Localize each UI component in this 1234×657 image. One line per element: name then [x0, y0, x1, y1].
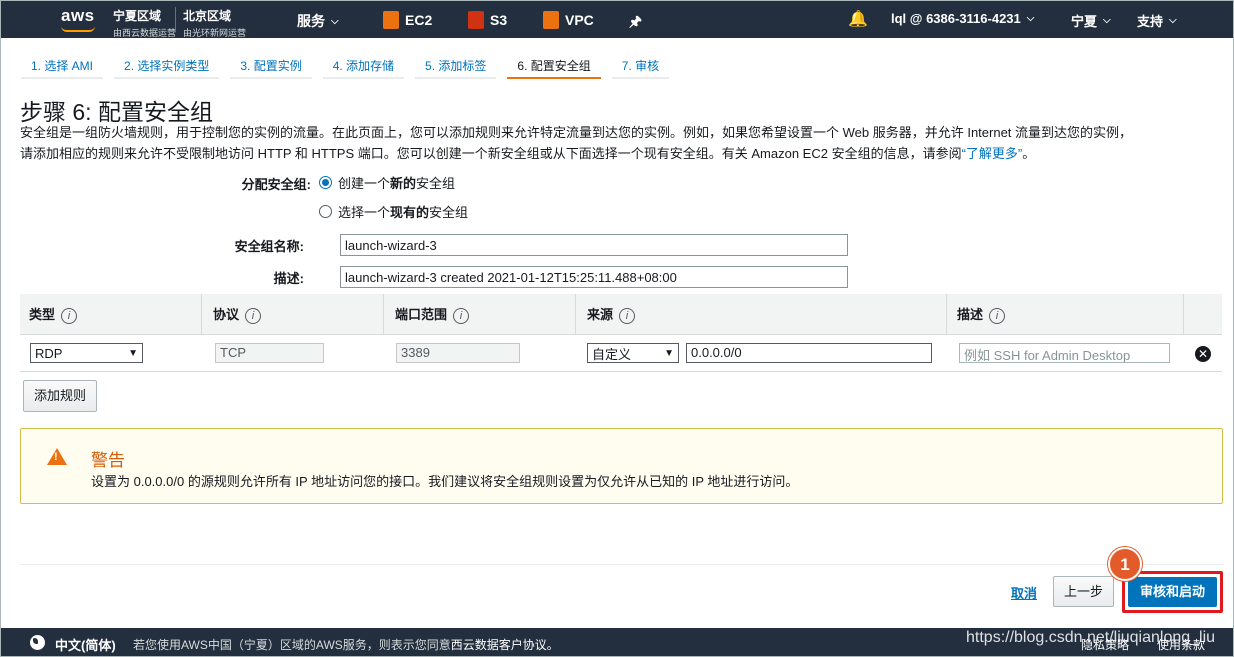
info-icon[interactable]: i	[61, 308, 78, 324]
aws-logo[interactable]: aws	[61, 6, 95, 26]
warning-alert: 警告 设置为 0.0.0.0/0 的源规则允许所有 IP 地址访问您的接口。我们…	[20, 428, 1223, 504]
rule-description-input[interactable]: 例如 SSH for Admin Desktop	[959, 343, 1170, 363]
region-beijing-operator: 由光环新网运营	[183, 28, 247, 38]
services-label: 服务	[297, 13, 325, 29]
nav-divider	[175, 7, 176, 32]
table-row: RDP ▼ TCP 3389 自定义 ▼ 0.0.0.0/0 例如 SSH for …	[20, 335, 1222, 372]
language-selector[interactable]: 中文(简体)	[55, 635, 116, 654]
ec2-label: EC2	[405, 12, 433, 28]
info-icon[interactable]: i	[245, 308, 262, 324]
warning-title: 警告	[91, 451, 125, 470]
step-tab-configure-instance[interactable]: 3. 配置实例	[230, 51, 312, 79]
chevron-down-icon: ⌵	[1169, 15, 1177, 26]
column-port-range: 端口范围 i	[386, 294, 576, 335]
rule-type-select[interactable]: RDP ▼	[30, 343, 143, 363]
agreement-link[interactable]: 西云数据客户协议。	[451, 638, 559, 652]
rules-table-header: 类型 i 协议 i 端口范围 i 来源 i 描述 i	[20, 294, 1222, 335]
info-icon[interactable]: i	[989, 308, 1006, 324]
region-beijing-block: 北京区域 由光环新网运营	[183, 7, 246, 39]
chevron-down-icon: ⌵	[331, 15, 339, 27]
assign-security-group-label: 分配安全组:	[241, 177, 311, 192]
step-tab-security-group[interactable]: 6. 配置安全组	[507, 51, 601, 79]
radio-create-new-label: 创建一个新的安全组	[338, 176, 456, 191]
page-description: 安全组是一组防火墙规则，用于控制您的实例的流量。在此页面上，您可以添加规则来允许…	[20, 122, 1220, 164]
info-icon[interactable]: i	[453, 308, 470, 324]
step-tab-review[interactable]: 7. 审核	[611, 51, 670, 79]
review-and-launch-button[interactable]: 审核和启动	[1128, 577, 1217, 607]
security-group-description-input[interactable]	[340, 266, 848, 288]
radio-create-new[interactable]: 创建一个新的安全组	[319, 173, 455, 192]
account-label: lql @ 6386-3116-4231	[891, 11, 1021, 26]
services-menu[interactable]: 服务 ⌵	[297, 11, 339, 31]
remove-rule-icon[interactable]: ✕	[1195, 346, 1211, 362]
chevron-down-icon: ▼	[664, 347, 674, 359]
vpc-label: VPC	[565, 12, 594, 28]
rule-source-select[interactable]: 自定义 ▼	[587, 343, 679, 363]
s3-icon	[468, 11, 484, 29]
chevron-down-icon: ⌵	[1026, 13, 1035, 24]
description-line-1: 安全组是一组防火墙规则，用于控制您的实例的流量。在此页面上，您可以添加规则来允许…	[20, 125, 1133, 140]
step-tab-tags[interactable]: 5. 添加标签	[415, 51, 497, 79]
ec2-shortcut[interactable]: EC2	[383, 11, 432, 29]
security-group-description-label: 描述:	[273, 271, 304, 286]
column-source: 来源 i	[578, 294, 947, 335]
globe-icon[interactable]	[30, 635, 45, 650]
s3-label: S3	[490, 12, 508, 28]
ec2-icon	[383, 11, 399, 29]
cancel-link[interactable]: 取消	[1011, 583, 1037, 602]
footer-divider	[20, 564, 1223, 565]
step-badge: 1	[1108, 547, 1142, 581]
rule-source-cidr-input[interactable]: 0.0.0.0/0	[686, 343, 932, 363]
top-navigation-bar: aws 宁夏区域 由西云数据运营 北京区域 由光环新网运营 服务 ⌵ EC2 S…	[1, 1, 1233, 38]
region-ningxia-block: 宁夏区域 由西云数据运营	[113, 7, 176, 39]
chevron-down-icon: ⌵	[1103, 15, 1111, 26]
step-tab-storage[interactable]: 4. 添加存储	[322, 51, 405, 79]
radio-select-existing-label: 选择一个现有的安全组	[338, 205, 469, 220]
chevron-down-icon: ▼	[128, 347, 138, 359]
vpc-shortcut[interactable]: VPC	[543, 11, 594, 29]
radio-select-existing[interactable]: 选择一个现有的安全组	[319, 202, 468, 221]
aws-logo-smile	[61, 26, 95, 32]
rule-port-range-field: 3389	[396, 343, 520, 363]
s3-shortcut[interactable]: S3	[468, 11, 507, 29]
radio-button-selected[interactable]	[319, 176, 332, 189]
column-description: 描述 i	[948, 294, 1184, 335]
vpc-icon	[543, 11, 559, 29]
column-type: 类型 i	[20, 294, 202, 335]
region-label: 宁夏	[1071, 14, 1098, 29]
watermark: https://blog.csdn.net/liuqianlong_liu	[966, 629, 1216, 646]
support-menu[interactable]: 支持 ⌵	[1137, 11, 1177, 30]
info-icon[interactable]: i	[619, 308, 636, 324]
wizard-steps: 1. 选择 AMI 2. 选择实例类型 3. 配置实例 4. 添加存储 5. 添…	[21, 51, 680, 79]
warning-text: 设置为 0.0.0.0/0 的源规则允许所有 IP 地址访问您的接口。我们建议将…	[91, 474, 799, 489]
account-menu[interactable]: lql @ 6386-3116-4231 ⌵	[891, 11, 1034, 26]
step-tab-instance-type[interactable]: 2. 选择实例类型	[114, 51, 220, 79]
radio-button[interactable]	[319, 205, 332, 218]
description-end: 。	[1022, 146, 1036, 161]
description-line-2: 请添加相应的规则来允许不受限制地访问 HTTP 和 HTTPS 端口。您可以创建…	[20, 146, 962, 161]
security-group-name-input[interactable]	[340, 234, 848, 256]
add-rule-button[interactable]: 添加规则	[23, 380, 98, 412]
warning-icon	[47, 448, 67, 465]
step-tab-ami[interactable]: 1. 选择 AMI	[21, 51, 104, 79]
bell-icon[interactable]: 🔔	[848, 9, 868, 29]
previous-button[interactable]: 上一步	[1053, 576, 1115, 607]
region-ningxia-operator: 由西云数据运营	[113, 28, 177, 38]
region-ningxia-name: 宁夏区域	[113, 9, 162, 23]
security-group-name-label: 安全组名称:	[234, 239, 304, 254]
column-protocol: 协议 i	[204, 294, 384, 335]
learn-more-link[interactable]: “了解更多”	[962, 146, 1023, 161]
footer-note: 若您使用AWS中国（宁夏）区域的AWS服务，则表示您同意西云数据客户协议。	[133, 638, 559, 652]
support-label: 支持	[1137, 14, 1164, 29]
region-menu[interactable]: 宁夏 ⌵	[1071, 11, 1111, 30]
pin-icon[interactable]: 🖈	[629, 11, 642, 35]
region-beijing-name: 北京区域	[183, 9, 232, 23]
rule-protocol-field: TCP	[215, 343, 324, 363]
